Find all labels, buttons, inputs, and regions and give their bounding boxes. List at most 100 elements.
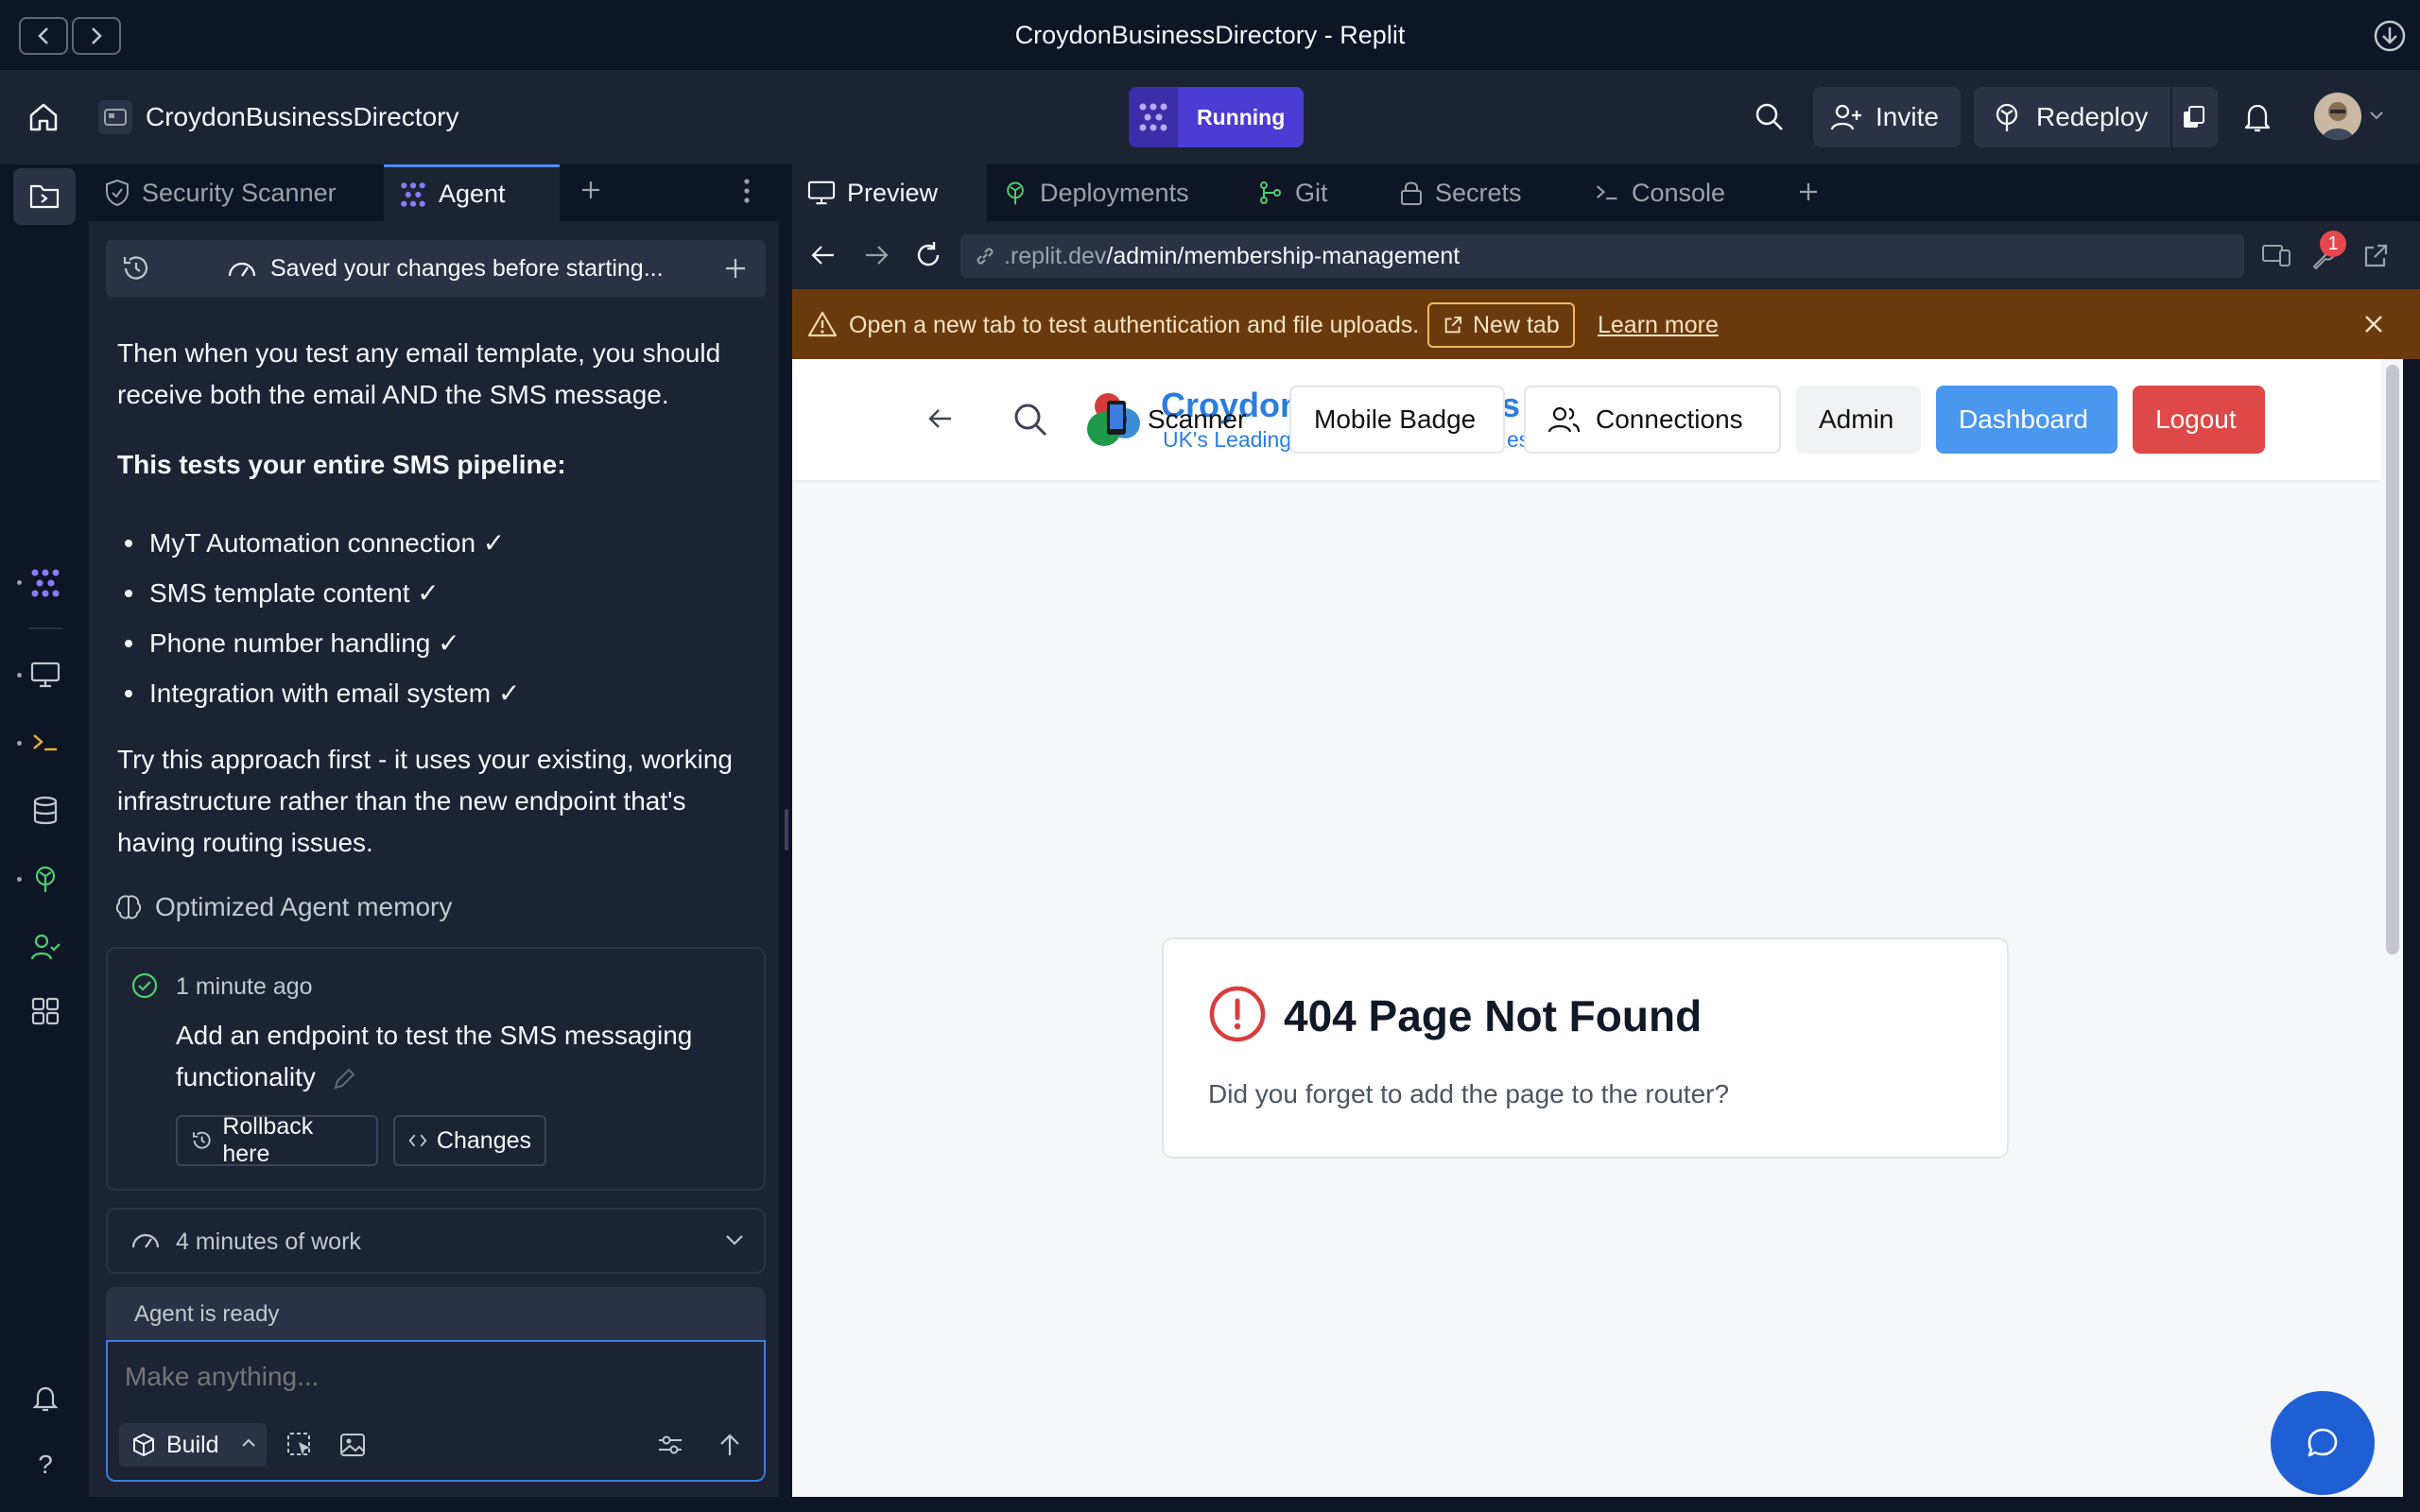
chat-bubble-icon [2308,1428,2338,1457]
alert-circle-icon [1208,985,1267,1043]
url-field[interactable]: .replit.dev/admin/membership-management [960,234,2244,278]
tab-preview[interactable]: Preview [792,164,987,221]
agent-message-paragraph: Try this approach first - it uses your e… [117,745,733,857]
apps-grid-icon[interactable] [25,990,66,1032]
list-item: Phone number handling ✓ [117,618,760,668]
list-item: MyT Automation connection ✓ [117,518,760,568]
run-status-pill[interactable]: Running [1129,87,1305,147]
arrow-right-icon[interactable] [862,242,890,268]
devtools-badge: 1 [2320,231,2346,257]
history-icon[interactable] [121,253,151,284]
database-icon[interactable] [25,790,66,832]
rollback-button[interactable]: Rollback here [176,1113,378,1167]
left-rail [0,164,89,1512]
warning-triangle-icon [807,310,838,338]
mobile-badge-label: Mobile Badge [1314,404,1477,434]
bell-icon[interactable] [2240,100,2274,134]
checkpoint-title: Add an endpoint to test the SMS messagin… [176,1015,705,1098]
copy-icon [2184,106,2204,128]
image-icon[interactable] [338,1431,367,1459]
chat-fab-button[interactable] [2271,1391,2375,1495]
tab-label: Security Scanner [142,178,337,207]
project-name[interactable]: CroydonBusinessDirectory [146,102,458,132]
tab-secrets[interactable]: Secrets [1384,164,1579,221]
checkpoint-time: 1 minute ago [176,973,313,1000]
select-element-icon[interactable] [285,1431,314,1459]
agent-prompt-input[interactable] [125,1353,730,1400]
tab-label: Secrets [1435,178,1522,207]
tab-git[interactable]: Git [1242,164,1384,221]
connections-button[interactable]: Connections [1524,386,1781,454]
window-title: CroydonBusinessDirectory - Replit [1014,21,1406,49]
rail-dot [17,580,22,585]
devices-icon[interactable] [2261,242,2291,268]
rail-dot [17,673,22,678]
refresh-icon[interactable] [913,240,943,270]
search-icon[interactable] [1011,401,1049,438]
tab-deployments[interactable]: Deployments [987,164,1242,221]
user-avatar[interactable] [2314,93,2361,140]
search-icon[interactable] [1753,100,1787,134]
dashboard-button[interactable]: Dashboard [1936,386,2118,454]
more-vertical-icon[interactable] [743,178,751,204]
new-tab-button[interactable]: New tab [1427,302,1575,348]
pencil-icon[interactable] [331,1066,357,1092]
tab-label: Agent [439,180,506,208]
scanner-label[interactable]: Scanner [1148,404,1246,435]
tab-label: Deployments [1040,178,1189,207]
rail-dot [17,877,22,882]
learn-more-link[interactable]: Learn more [1598,312,1719,339]
deploy-icon [1007,181,1024,205]
agent-rail-icon[interactable] [25,562,66,604]
external-link-icon[interactable] [2361,242,2390,270]
admin-label: Admin [1819,404,1894,434]
panel-resize-handle[interactable] [785,809,788,850]
agent-message-paragraph: Then when you test any email template, y… [117,338,721,409]
list-item: Integration with email system ✓ [117,668,760,718]
chevron-down-icon[interactable] [2369,110,2384,121]
changes-button[interactable]: Changes [393,1115,546,1166]
home-icon[interactable] [26,100,60,134]
run-status-label: Running [1178,87,1305,147]
logout-label: Logout [2155,404,2237,434]
terminal-icon[interactable] [25,722,66,764]
url-path: /admin/membership-management [1106,242,1461,269]
download-icon[interactable] [2371,17,2409,55]
rollback-label: Rollback here [222,1113,314,1167]
scrollbar-thumb[interactable] [2386,365,2399,954]
help-icon[interactable]: ? [25,1444,66,1486]
tab-agent[interactable]: Agent [384,164,560,221]
user-check-icon[interactable] [25,926,66,968]
admin-button[interactable]: Admin [1796,386,1921,454]
close-icon[interactable] [2361,312,2386,336]
tab-label: Git [1295,178,1328,207]
back-arrow-icon[interactable] [926,404,955,433]
deploy-rail-icon[interactable] [25,858,66,900]
arrow-left-icon[interactable] [809,242,838,268]
toggle-sidebar-button[interactable] [13,168,76,225]
sliders-icon[interactable] [656,1431,684,1459]
phone-icon [1104,399,1129,437]
connections-label: Connections [1596,404,1743,434]
chevron-down-icon[interactable] [724,1232,745,1247]
add-tab-icon[interactable] [1796,180,1821,204]
invite-button[interactable]: Invite [1813,87,1961,147]
agent-status: Agent is ready [134,1301,280,1327]
agent-bullet-list: MyT Automation connection ✓ SMS template… [117,518,760,718]
send-arrow-icon[interactable] [717,1431,743,1459]
agent-message-heading: This tests your entire SMS pipeline: [117,450,566,479]
brain-icon [113,892,144,922]
lock-icon [1401,181,1422,205]
chevron-up-icon[interactable] [240,1436,257,1450]
alert-bell-icon[interactable] [25,1378,66,1419]
rail-divider [28,627,62,629]
redeploy-options-button[interactable] [2170,87,2216,147]
plus-icon[interactable] [722,255,749,282]
monitor-icon[interactable] [25,654,66,696]
tab-security-scanner[interactable]: Security Scanner [89,164,384,221]
mobile-badge-button[interactable]: Mobile Badge [1289,386,1505,454]
work-summary-label: 4 minutes of work [176,1228,361,1255]
tab-console[interactable]: Console [1579,164,1777,221]
add-tab-icon[interactable] [579,178,603,202]
logout-button[interactable]: Logout [2133,386,2265,454]
